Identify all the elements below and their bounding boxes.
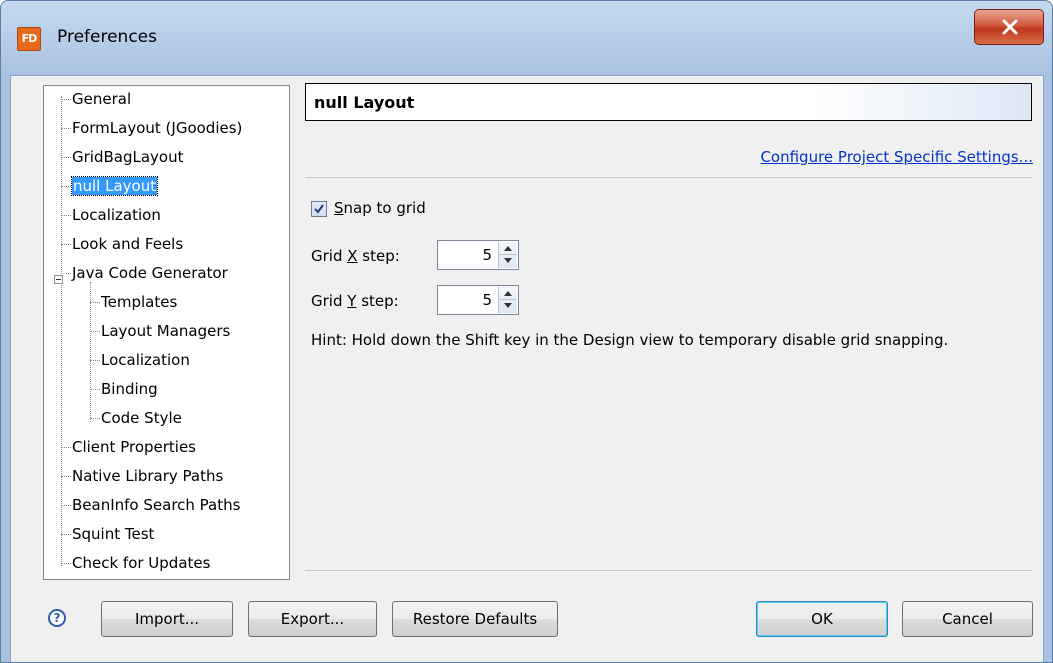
tree-item[interactable]: Squint Test [72, 523, 154, 545]
tree-line [61, 157, 71, 158]
tree-item[interactable]: General [72, 88, 131, 110]
title-bar[interactable]: FD Preferences [1, 1, 1052, 75]
help-icon[interactable]: ? [48, 609, 66, 627]
tree-item-label: Check for Updates [72, 554, 211, 572]
tree-item[interactable]: Localization [101, 349, 190, 371]
close-button[interactable] [974, 9, 1044, 45]
tree-item-label: General [72, 90, 132, 108]
separator [305, 177, 1032, 178]
tree-item-label: GridBagLayout [72, 148, 184, 166]
tree-item-label: Native Library Paths [72, 467, 224, 485]
restore-defaults-button[interactable]: Restore Defaults [392, 601, 558, 637]
tree-line [61, 186, 71, 187]
tree-item[interactable]: Client Properties [72, 436, 196, 458]
tree-line [61, 505, 71, 506]
tree-item[interactable]: GridBagLayout [72, 146, 183, 168]
hint-text: Hint: Hold down the Shift key in the Des… [311, 331, 949, 349]
tree-line [90, 302, 100, 303]
tree-item[interactable]: Native Library Paths [72, 465, 223, 487]
tree-line [61, 534, 71, 535]
preferences-tree[interactable]: General FormLayout (JGoodies) GridBagLayou… [43, 85, 290, 580]
tree-item-label: Squint Test [72, 525, 155, 543]
tree-item[interactable]: Code Style [101, 407, 182, 429]
tree-item-label: BeanInfo Search Paths [72, 496, 241, 514]
tree-item[interactable]: FormLayout (JGoodies) [72, 117, 242, 139]
dialog-content: General FormLayout (JGoodies) GridBagLayou… [10, 75, 1044, 662]
page-header: null Layout [305, 83, 1032, 121]
grid-y-stepper-arrows-icon[interactable] [498, 287, 517, 313]
grid-x-label: Grid X step: [311, 247, 400, 265]
grid-y-spinner[interactable]: 5 [437, 285, 519, 315]
page-title: null Layout [314, 93, 415, 112]
grid-x-stepper-arrows-icon[interactable] [498, 242, 517, 268]
tree-item-label: Localization [72, 206, 161, 224]
tree-item-label: Templates [101, 293, 178, 311]
tree-line [66, 273, 71, 274]
tree-line [61, 563, 71, 564]
tree-line [90, 360, 100, 361]
tree-item-label: null Layout [70, 176, 159, 196]
tree-item[interactable]: Java Code Generator [72, 262, 228, 284]
grid-y-value[interactable]: 5 [482, 291, 492, 309]
tree-line [61, 215, 71, 216]
import-button[interactable]: Import... [101, 601, 233, 637]
tree-line [90, 331, 100, 332]
tree-item-label: Localization [101, 351, 190, 369]
grid-x-value[interactable]: 5 [482, 246, 492, 264]
tree-item-label: FormLayout (JGoodies) [72, 119, 243, 137]
tree-item[interactable]: Binding [101, 378, 158, 400]
tree-line [61, 128, 71, 129]
collapse-toggle-icon[interactable] [54, 275, 63, 284]
snap-to-grid-label[interactable]: Snap to grid [334, 199, 426, 217]
ok-button[interactable]: OK [756, 601, 888, 637]
tree-line [90, 282, 91, 422]
tree-line [90, 418, 100, 419]
tree-line [61, 96, 62, 566]
grid-x-spinner[interactable]: 5 [437, 240, 519, 270]
tree-line [61, 476, 71, 477]
tree-item-label: Layout Managers [101, 322, 231, 340]
tree-item-label: Look and Feels [72, 235, 184, 253]
tree-line [61, 244, 71, 245]
checkmark-icon [314, 204, 324, 214]
configure-project-settings-link[interactable]: Configure Project Specific Settings... [760, 148, 1033, 166]
window-title: Preferences [57, 27, 157, 47]
preferences-dialog: FD Preferences General FormLayout (JGoodi… [0, 0, 1053, 663]
export-button[interactable]: Export... [248, 601, 377, 637]
formdesigner-logo-icon: FD [17, 27, 41, 51]
separator [305, 570, 1032, 571]
cancel-button[interactable]: Cancel [902, 601, 1033, 637]
tree-item-label: Java Code Generator [72, 264, 228, 282]
tree-item[interactable]: Localization [72, 204, 161, 226]
tree-item[interactable]: Check for Updates [72, 552, 210, 574]
snap-to-grid-checkbox[interactable] [311, 201, 327, 217]
tree-item[interactable]: null Layout [70, 175, 159, 197]
tree-item-label: Code Style [101, 409, 182, 427]
tree-item[interactable]: BeanInfo Search Paths [72, 494, 240, 516]
tree-line [90, 389, 100, 390]
tree-item[interactable]: Templates [101, 291, 177, 313]
tree-line [61, 99, 71, 100]
tree-item-label: Binding [101, 380, 158, 398]
close-icon [1002, 19, 1018, 35]
tree-item[interactable]: Look and Feels [72, 233, 183, 255]
grid-y-label: Grid Y step: [311, 292, 399, 310]
tree-item[interactable]: Layout Managers [101, 320, 230, 342]
tree-item-label: Client Properties [72, 438, 196, 456]
tree-line [61, 447, 71, 448]
